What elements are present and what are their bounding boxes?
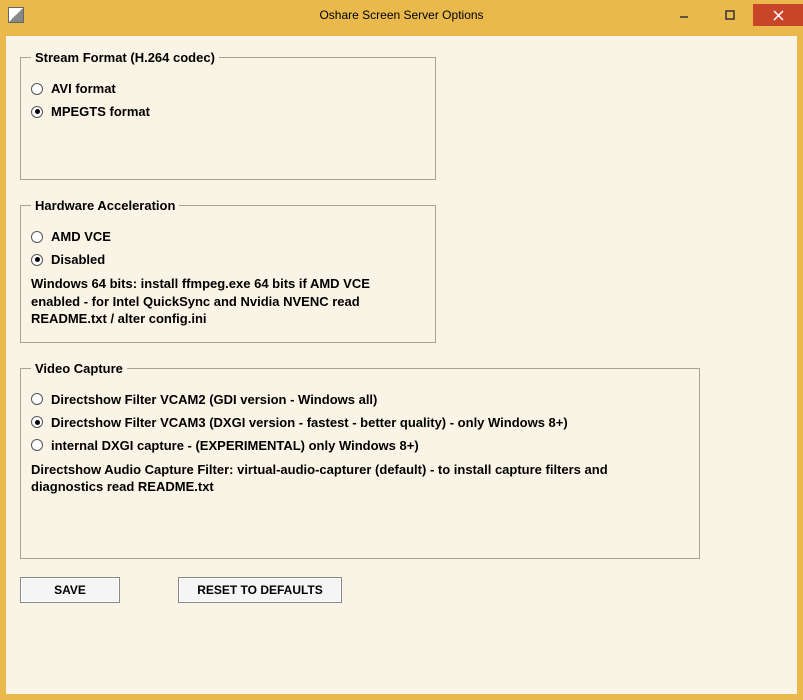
radio-avi-label: AVI format xyxy=(51,81,116,96)
hwaccel-legend: Hardware Acceleration xyxy=(31,198,179,213)
reset-button[interactable]: RESET TO DEFAULTS xyxy=(178,577,342,603)
minimize-button[interactable] xyxy=(661,4,707,26)
video-capture-group: Video Capture Directshow Filter VCAM2 (G… xyxy=(20,361,700,559)
titlebar[interactable]: Oshare Screen Server Options xyxy=(0,0,803,30)
radio-disabled-label: Disabled xyxy=(51,252,105,267)
radio-icon xyxy=(31,393,43,405)
hwaccel-note: Windows 64 bits: install ffmpeg.exe 64 b… xyxy=(31,275,391,328)
radio-icon xyxy=(31,439,43,451)
radio-mpegts[interactable]: MPEGTS format xyxy=(31,104,425,119)
radio-icon xyxy=(31,231,43,243)
minimize-icon xyxy=(679,10,689,20)
radio-vcam3[interactable]: Directshow Filter VCAM3 (DXGI version - … xyxy=(31,415,689,430)
video-capture-note: Directshow Audio Capture Filter: virtual… xyxy=(31,461,631,496)
radio-vcam2[interactable]: Directshow Filter VCAM2 (GDI version - W… xyxy=(31,392,689,407)
client-area: Stream Format (H.264 codec) AVI format M… xyxy=(6,36,797,694)
radio-icon xyxy=(31,254,43,266)
radio-disabled[interactable]: Disabled xyxy=(31,252,425,267)
maximize-button[interactable] xyxy=(707,4,753,26)
video-capture-legend: Video Capture xyxy=(31,361,127,376)
stream-format-group: Stream Format (H.264 codec) AVI format M… xyxy=(20,50,436,180)
radio-dxgi-label: internal DXGI capture - (EXPERIMENTAL) o… xyxy=(51,438,419,453)
maximize-icon xyxy=(725,10,735,20)
hardware-acceleration-group: Hardware Acceleration AMD VCE Disabled W… xyxy=(20,198,436,343)
window-controls xyxy=(661,4,803,26)
close-button[interactable] xyxy=(753,4,803,26)
window-title: Oshare Screen Server Options xyxy=(319,8,483,22)
button-bar: SAVE RESET TO DEFAULTS xyxy=(20,577,783,603)
radio-avi[interactable]: AVI format xyxy=(31,81,425,96)
save-button[interactable]: SAVE xyxy=(20,577,120,603)
radio-amd-vce[interactable]: AMD VCE xyxy=(31,229,425,244)
radio-vcam2-label: Directshow Filter VCAM2 (GDI version - W… xyxy=(51,392,377,407)
radio-icon xyxy=(31,83,43,95)
radio-mpegts-label: MPEGTS format xyxy=(51,104,150,119)
window: Oshare Screen Server Options Stream Form… xyxy=(0,0,803,700)
radio-icon xyxy=(31,106,43,118)
radio-icon xyxy=(31,416,43,428)
app-icon xyxy=(8,7,24,23)
close-icon xyxy=(773,10,784,21)
radio-internal-dxgi[interactable]: internal DXGI capture - (EXPERIMENTAL) o… xyxy=(31,438,689,453)
radio-vcam3-label: Directshow Filter VCAM3 (DXGI version - … xyxy=(51,415,568,430)
stream-format-legend: Stream Format (H.264 codec) xyxy=(31,50,219,65)
radio-amd-label: AMD VCE xyxy=(51,229,111,244)
